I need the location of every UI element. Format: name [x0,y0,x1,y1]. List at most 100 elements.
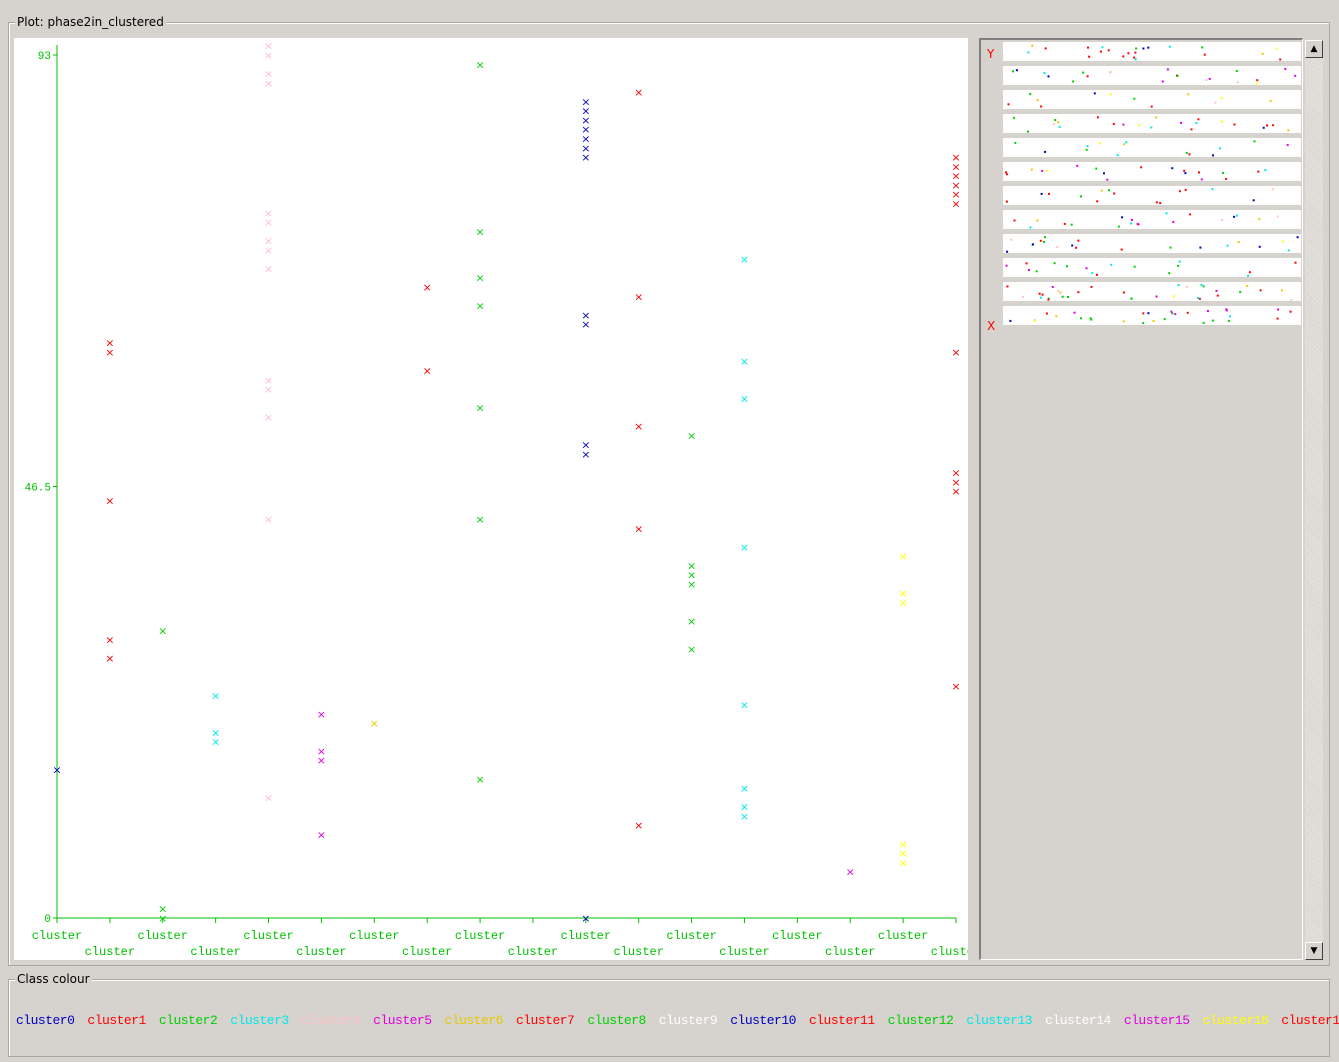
legend-item-cluster12[interactable]: cluster12 [888,1013,954,1028]
matrix-point [1063,222,1066,225]
scroll-up-button[interactable]: ▲ [1305,40,1323,58]
matrix-point [1161,80,1164,83]
legend-item-cluster11[interactable]: cluster11 [809,1013,875,1028]
x-tick-label: cluster [455,929,505,943]
data-point: × [899,596,908,609]
data-point: × [740,355,749,368]
legend-item-cluster13[interactable]: cluster13 [966,1013,1032,1028]
matrix-point [1075,246,1078,249]
matrix-point [1173,295,1175,298]
legend-item-cluster15[interactable]: cluster15 [1124,1013,1190,1028]
matrix-point [1277,308,1280,311]
matrix-point [1252,199,1255,202]
data-point: × [634,86,643,99]
matrix-point [1130,222,1133,225]
matrix-point [1197,297,1199,300]
matrix-point [1258,245,1261,248]
data-point: × [211,736,220,749]
data-point: × [687,643,696,656]
matrix-point [1056,246,1059,249]
matrix-point [1184,188,1187,191]
matrix-point [1005,264,1008,267]
vertical-scrollbar[interactable]: ▲ ▼ [1305,40,1323,960]
legend-item-cluster1[interactable]: cluster1 [87,1013,146,1028]
data-point: × [634,819,643,832]
data-point: × [951,346,960,359]
matrix-point [1262,126,1265,129]
matrix-point [1264,169,1267,172]
matrix-point [1142,47,1145,50]
matrix-point [1155,201,1158,204]
legend-item-cluster5[interactable]: cluster5 [373,1013,432,1028]
matrix-point [1073,311,1076,314]
data-point: × [740,782,749,795]
matrix-point [1282,240,1285,243]
matrix-point [1190,128,1193,131]
scroll-down-button[interactable]: ▼ [1305,942,1323,960]
matrix-point [1099,50,1102,53]
matrix-point [1290,298,1293,301]
matrix-point [1280,289,1283,292]
matrix-point [1086,75,1089,78]
matrix-point [1117,225,1120,228]
scatter-matrix-svg: YX [986,42,1301,333]
matrix-point [1221,219,1224,221]
matrix-point [1038,292,1041,295]
matrix-point [1048,192,1050,195]
data-point: × [951,680,960,693]
legend-item-cluster14[interactable]: cluster14 [1045,1013,1111,1028]
data-point: × [475,272,484,285]
scatter-matrix-panel[interactable]: YX [979,38,1303,960]
matrix-point [1047,298,1050,301]
matrix-point [1186,285,1189,288]
legend-item-cluster17[interactable]: cluster17 [1281,1013,1339,1028]
data-point: × [634,290,643,303]
scatter-plot-area[interactable]: 0 46.5 93 cluster cluster cluster cluster clust… [14,38,968,960]
matrix-point [1108,71,1111,74]
matrix-point [1177,264,1180,267]
matrix-point [1135,47,1138,50]
matrix-point [1140,166,1143,169]
legend-item-cluster3[interactable]: cluster3 [230,1013,289,1028]
legend-item-cluster6[interactable]: cluster6 [445,1013,504,1028]
matrix-point [1103,172,1105,175]
data-point: × [264,411,273,424]
matrix-point [1205,79,1208,82]
matrix-point [1066,265,1068,268]
matrix-point [1010,238,1013,241]
matrix-point [1136,222,1139,225]
matrix-point [1076,164,1079,167]
data-point: × [423,281,432,294]
data-point: × [740,699,749,712]
legend-item-cluster7[interactable]: cluster7 [516,1013,575,1028]
data-point: × [264,77,273,90]
matrix-point [1086,145,1089,148]
matrix-point [1269,99,1272,102]
class-colour-legend: cluster0 cluster1 cluster2 cluster3 cluster4… [16,1013,1339,1028]
matrix-point [1189,213,1192,216]
legend-item-cluster8[interactable]: cluster8 [587,1013,646,1028]
legend-item-cluster2[interactable]: cluster2 [159,1013,218,1028]
matrix-x-label: X [987,319,995,333]
legend-item-cluster0[interactable]: cluster0 [16,1013,75,1028]
matrix-point [1091,272,1094,275]
matrix-point [1172,220,1175,223]
x-tick-label: cluster [402,945,452,959]
matrix-point [1178,190,1181,193]
legend-item-cluster4[interactable]: cluster4 [302,1013,361,1028]
matrix-point [1168,272,1171,275]
matrix-point [1221,120,1224,123]
matrix-point [1040,105,1043,108]
legend-item-cluster16[interactable]: cluster16 [1203,1013,1269,1028]
matrix-point [1178,260,1181,263]
matrix-point [1287,129,1290,132]
x-tick-label: cluster [138,929,188,943]
matrix-point [1006,250,1009,253]
legend-item-cluster9[interactable]: cluster9 [659,1013,718,1028]
matrix-point [1067,296,1069,298]
matrix-point [1122,123,1125,126]
matrix-point [1036,99,1039,102]
legend-item-cluster10[interactable]: cluster10 [730,1013,796,1028]
matrix-point [1054,119,1057,121]
x-tick-label: cluster [32,929,82,943]
